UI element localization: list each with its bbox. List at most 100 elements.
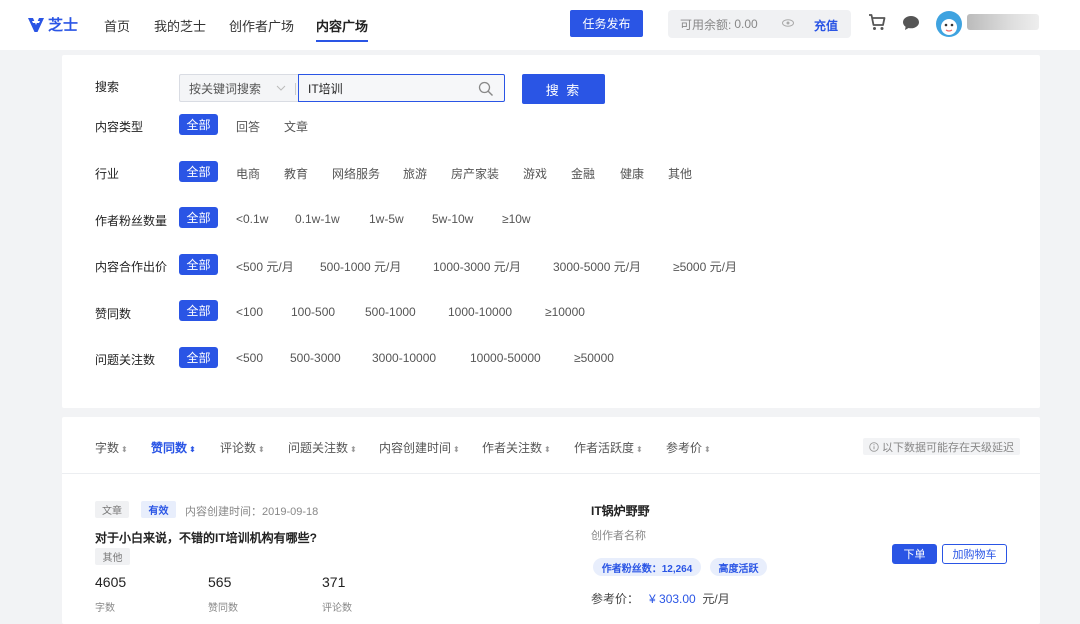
sort-label: 评论数 <box>220 441 257 455</box>
nav-content-square[interactable]: 内容广场 <box>316 16 369 42</box>
search-query: IT培训 <box>308 81 343 96</box>
add-to-cart-button[interactable]: 加购物车 <box>942 544 1007 564</box>
recharge-button[interactable]: 充值 <box>814 17 838 34</box>
filter-followers-1[interactable]: <500 <box>236 351 263 365</box>
filter-content-type-all[interactable]: 全部 <box>179 114 218 135</box>
filter-followers-2[interactable]: 500-3000 <box>290 351 341 365</box>
order-button[interactable]: 下单 <box>892 544 937 564</box>
filter-industry-finance[interactable]: 金融 <box>571 165 595 182</box>
created-time: 内容创建时间：2019-09-18 <box>185 503 318 519</box>
ref-price-label: 参考价： <box>591 592 640 606</box>
ref-price-value: ¥ 303.00 <box>649 592 696 606</box>
nav-my-zhishi[interactable]: 我的芝士 <box>154 16 206 35</box>
filter-industry-other[interactable]: 其他 <box>668 165 692 182</box>
filter-price-2[interactable]: 500-1000 元/月 <box>320 258 401 275</box>
filter-fans-3[interactable]: 1w-5w <box>369 212 404 226</box>
created-date: 2019-09-18 <box>262 506 319 518</box>
ref-price: 参考价： ¥ 303.00 元/月 <box>591 590 730 607</box>
search-icon[interactable] <box>478 81 494 97</box>
eye-icon[interactable] <box>782 19 794 27</box>
username-redacted[interactable] <box>967 14 1039 30</box>
filter-followers-3[interactable]: 3000-10000 <box>372 351 436 365</box>
filter-likes-5[interactable]: ≥10000 <box>545 305 585 319</box>
filter-label-likes: 赞同数 <box>95 307 132 321</box>
search-button[interactable]: 搜 索 <box>522 74 605 104</box>
filter-price-all[interactable]: 全部 <box>179 254 218 275</box>
filter-fans-all[interactable]: 全部 <box>179 207 218 228</box>
sort-created-time[interactable]: 内容创建时间 ⬍ <box>379 439 460 456</box>
delay-notice-text: 以下数据可能存在天级延迟 <box>882 441 1014 454</box>
filter-industry-all[interactable]: 全部 <box>179 161 218 182</box>
publish-task-button[interactable]: 任务发布 <box>570 10 643 37</box>
filter-industry-game[interactable]: 游戏 <box>523 165 547 182</box>
sort-author-activity[interactable]: 作者活跃度 ⬍ <box>574 439 643 456</box>
brand-logo[interactable]: 芝士 <box>28 14 78 35</box>
sort-bar: 字数 ⬍ 赞同数 ⬍ 评论数 ⬍ 问题关注数 ⬍ 内容创建时间 ⬍ 作者关注数 ⬍ 作者活跃… <box>62 417 1040 474</box>
sort-label: 字数 <box>95 441 120 455</box>
filter-fans-1[interactable]: <0.1w <box>236 212 268 226</box>
sort-label: 作者关注数 <box>482 441 543 455</box>
sort-ref-price[interactable]: 参考价 ⬍ <box>666 439 711 456</box>
filter-likes-3[interactable]: 500-1000 <box>365 305 416 319</box>
filter-likes-2[interactable]: 100-500 <box>291 305 335 319</box>
filter-likes-4[interactable]: 1000-10000 <box>448 305 512 319</box>
filter-industry-realestate[interactable]: 房产家装 <box>451 165 499 182</box>
avatar[interactable] <box>936 11 962 37</box>
nav-creator-square[interactable]: 创作者广场 <box>229 16 294 35</box>
filter-followers-4[interactable]: 10000-50000 <box>470 351 541 365</box>
sort-label: 赞同数 <box>151 441 188 455</box>
filter-followers-5[interactable]: ≥50000 <box>574 351 614 365</box>
sort-comments[interactable]: 评论数 ⬍ <box>220 439 265 456</box>
activity-pill: 高度活跃 <box>710 558 767 576</box>
result-title[interactable]: 对于小白来说，不错的IT培训机构有哪些? <box>95 529 317 546</box>
stat-word-count-label: 字数 <box>95 603 115 614</box>
filter-industry-education[interactable]: 教育 <box>284 165 308 182</box>
sort-label: 作者活跃度 <box>574 441 635 455</box>
stat-likes-value: 565 <box>208 574 232 590</box>
filter-price-5[interactable]: ≥5000 元/月 <box>673 258 737 275</box>
filter-industry-travel[interactable]: 旅游 <box>403 165 427 182</box>
stat-comments-value: 371 <box>322 574 346 590</box>
filter-label-fans: 作者粉丝数量 <box>95 214 168 228</box>
filter-industry-network[interactable]: 网络服务 <box>332 165 380 182</box>
sort-arrow-icon: ⬍ <box>636 445 643 454</box>
author-name[interactable]: IT锅炉野野 <box>591 502 650 519</box>
avatar-image <box>941 19 957 35</box>
sort-author-followers[interactable]: 作者关注数 ⬍ <box>482 439 551 456</box>
sort-arrow-icon: ⬍ <box>121 445 128 454</box>
filter-industry-health[interactable]: 健康 <box>620 165 644 182</box>
filter-content-type-article[interactable]: 文章 <box>284 118 308 135</box>
filter-content-type-answer[interactable]: 回答 <box>236 118 260 135</box>
sort-question-followers[interactable]: 问题关注数 ⬍ <box>288 439 357 456</box>
chevron-down-icon <box>276 85 286 91</box>
search-mode-select[interactable]: 按关键词搜索 <box>179 74 298 102</box>
filter-price-3[interactable]: 1000-3000 元/月 <box>433 258 521 275</box>
filter-fans-5[interactable]: ≥10w <box>502 212 531 226</box>
filter-industry-ecommerce[interactable]: 电商 <box>236 165 260 182</box>
status-tag: 有效 <box>141 501 176 518</box>
filter-price-4[interactable]: 3000-5000 元/月 <box>553 258 641 275</box>
balance-value: 0.00 <box>734 17 758 31</box>
chat-icon[interactable] <box>902 15 920 31</box>
balance-label: 可用余额: <box>680 17 732 32</box>
results-panel: 字数 ⬍ 赞同数 ⬍ 评论数 ⬍ 问题关注数 ⬍ 内容创建时间 ⬍ 作者关注数 ⬍ 作者活跃… <box>62 417 1040 624</box>
cart-icon[interactable] <box>868 14 886 31</box>
filter-followers-all[interactable]: 全部 <box>179 347 218 368</box>
filter-likes-1[interactable]: <100 <box>236 305 263 319</box>
filter-price-1[interactable]: <500 元/月 <box>236 258 294 275</box>
filter-fans-2[interactable]: 0.1w-1w <box>295 212 340 226</box>
info-icon <box>869 441 879 452</box>
sort-label: 问题关注数 <box>288 441 349 455</box>
sort-word-count[interactable]: 字数 ⬍ <box>95 439 128 456</box>
sort-likes[interactable]: 赞同数 ⬍ <box>151 439 196 456</box>
ref-price-unit: 元/月 <box>702 592 730 606</box>
filter-likes-all[interactable]: 全部 <box>179 300 218 321</box>
nav-home[interactable]: 首页 <box>104 16 130 35</box>
filter-fans-4[interactable]: 5w-10w <box>432 212 473 226</box>
sort-arrow-icon: ⬍ <box>453 445 460 454</box>
filter-label-price: 内容合作出价 <box>95 260 168 274</box>
stat-comments-label: 评论数 <box>322 603 352 614</box>
sort-arrow-icon: ⬍ <box>189 445 196 454</box>
search-input[interactable]: IT培训 <box>298 74 505 102</box>
category-tag: 其他 <box>95 548 130 565</box>
